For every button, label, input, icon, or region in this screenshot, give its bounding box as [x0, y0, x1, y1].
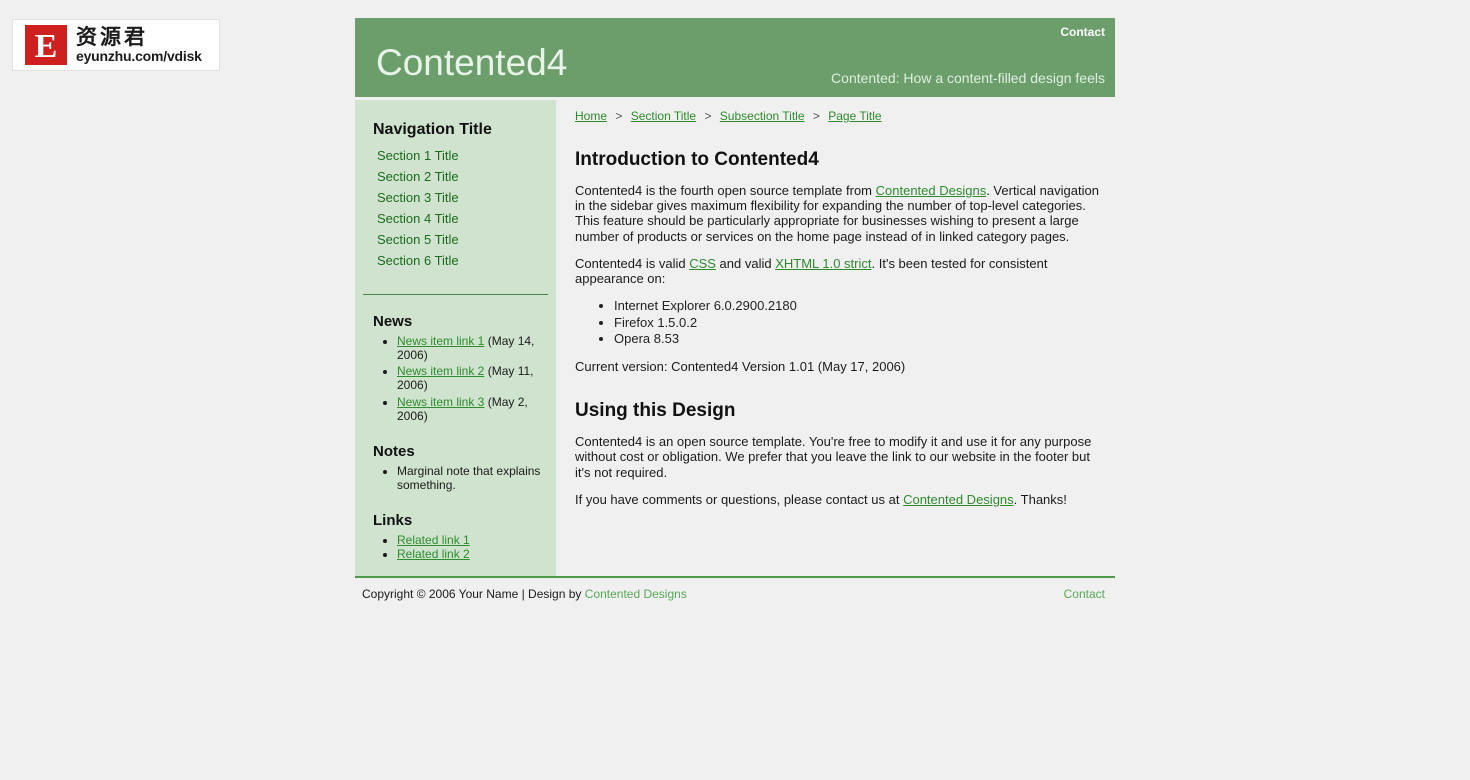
contented-designs-link[interactable]: Contented Designs	[876, 183, 987, 198]
list-item: Section 1 Title	[355, 145, 556, 166]
breadcrumb-item-subsection[interactable]: Subsection Title	[720, 109, 805, 123]
css-link[interactable]: CSS	[689, 256, 716, 271]
breadcrumb-separator: >	[704, 109, 712, 123]
site-header: Contact Contented4 Contented: How a cont…	[355, 18, 1115, 100]
page-columns: Navigation Title Section 1 Title Section…	[355, 100, 1115, 576]
browser-item-opera: Opera 8.53	[614, 331, 1103, 347]
sidebar-nav-title: Navigation Title	[373, 121, 492, 138]
watermark-logo: E 资源君 eyunzhu.com/vdisk	[12, 19, 220, 71]
sidebar: Navigation Title Section 1 Title Section…	[355, 100, 556, 576]
related-link-2[interactable]: Related link 2	[397, 547, 470, 561]
logo-mark-icon: E	[25, 25, 67, 65]
sidebar-item-section-5[interactable]: Section 5 Title	[355, 229, 556, 250]
sidebar-item-section-6[interactable]: Section 6 Title	[355, 250, 556, 271]
contact-text-before: If you have comments or questions, pleas…	[575, 491, 904, 507]
sidebar-links-heading: Links	[373, 512, 413, 530]
news-item-link-1[interactable]: News item link 1	[397, 334, 484, 348]
news-item-link-3[interactable]: News item link 3	[397, 395, 484, 409]
validation-paragraph: Contented4 is valid CSS and valid XHTML …	[575, 256, 1103, 286]
footer-designer-link[interactable]: Contented Designs	[585, 587, 687, 601]
sidebar-news-list: News item link 1 (May 14, 2006) News ite…	[355, 334, 556, 423]
site-tagline: Contented: How a content-filled design f…	[831, 70, 1105, 86]
note-item: Marginal note that explains something.	[397, 464, 544, 492]
contented-designs-contact-link[interactable]: Contented Designs	[903, 492, 1014, 507]
browser-item-ie: Internet Explorer 6.0.2900.2180	[614, 298, 1103, 314]
list-item: News item link 1 (May 14, 2006)	[397, 334, 544, 362]
xhtml-link[interactable]: XHTML 1.0 strict	[775, 256, 871, 271]
page-title: Contented4	[376, 42, 568, 83]
sidebar-news-heading: News	[373, 313, 413, 330]
footer-contact-link[interactable]: Contact	[1064, 587, 1105, 601]
footer-copyright: Copyright © 2006 Your Name | Design by C…	[362, 587, 687, 601]
footer-copyright-text: Copyright © 2006 Your Name | Design by	[362, 586, 585, 601]
usage-paragraph: Contented4 is an open source template. Y…	[575, 434, 1092, 480]
contact-text-after: . Thanks!	[1013, 491, 1067, 507]
logo-text: 资源君 eyunzhu.com/vdisk	[76, 26, 202, 64]
list-item: Section 4 Title	[355, 208, 556, 229]
validation-text-1: Contented4 is valid	[575, 255, 690, 271]
breadcrumb: Home > Section Title > Subsection Title …	[575, 104, 1103, 123]
sidebar-item-section-2[interactable]: Section 2 Title	[355, 166, 556, 187]
sidebar-notes-list: Marginal note that explains something.	[355, 464, 556, 492]
page-wrapper: Contact Contented4 Contented: How a cont…	[355, 18, 1115, 611]
list-item: Section 2 Title	[355, 166, 556, 187]
list-item: Section 3 Title	[355, 187, 556, 208]
list-item: Related link 2	[397, 547, 544, 561]
site-footer: Copyright © 2006 Your Name | Design by C…	[355, 575, 1115, 611]
intro-paragraph: Contented4 is the fourth open source tem…	[575, 183, 1103, 244]
browser-list: Internet Explorer 6.0.2900.2180 Firefox …	[575, 298, 1103, 347]
browser-item-firefox: Firefox 1.5.0.2	[614, 315, 1103, 331]
related-link-1[interactable]: Related link 1	[397, 533, 470, 547]
main-content: Home > Section Title > Subsection Title …	[556, 100, 1115, 576]
version-line: Current version: Contented4 Version 1.01…	[575, 359, 906, 374]
contact-paragraph: If you have comments or questions, pleas…	[575, 492, 1103, 507]
sidebar-item-section-1[interactable]: Section 1 Title	[355, 145, 556, 166]
list-item: Section 5 Title	[355, 229, 556, 250]
list-item: News item link 3 (May 2, 2006)	[397, 395, 544, 423]
sidebar-item-section-4[interactable]: Section 4 Title	[355, 208, 556, 229]
breadcrumb-separator: >	[615, 109, 623, 123]
validation-text-2: and valid	[715, 255, 776, 271]
sidebar-links-list: Related link 1 Related link 2	[355, 533, 556, 561]
breadcrumb-item-page[interactable]: Page Title	[828, 109, 881, 123]
logo-chinese-text: 资源君	[76, 25, 148, 50]
breadcrumb-separator: >	[812, 109, 820, 123]
sidebar-nav-list: Section 1 Title Section 2 Title Section …	[355, 145, 556, 271]
logo-url-text: eyunzhu.com/vdisk	[76, 48, 202, 65]
list-item: News item link 2 (May 11, 2006)	[397, 364, 544, 392]
list-item: Section 6 Title	[355, 250, 556, 271]
list-item: Related link 1	[397, 533, 544, 547]
breadcrumb-item-section[interactable]: Section Title	[631, 109, 696, 123]
news-item-link-2[interactable]: News item link 2	[397, 364, 484, 378]
header-contact-link[interactable]: Contact	[1060, 25, 1105, 39]
sidebar-notes-heading: Notes	[373, 442, 415, 460]
content-heading-introduction: Introduction to Contented4	[575, 149, 819, 170]
breadcrumb-item-home[interactable]: Home	[575, 109, 607, 123]
intro-text-before: Contented4 is the fourth open source tem…	[575, 183, 876, 198]
content-heading-using-design: Using this Design	[575, 400, 736, 422]
sidebar-item-section-3[interactable]: Section 3 Title	[355, 187, 556, 208]
